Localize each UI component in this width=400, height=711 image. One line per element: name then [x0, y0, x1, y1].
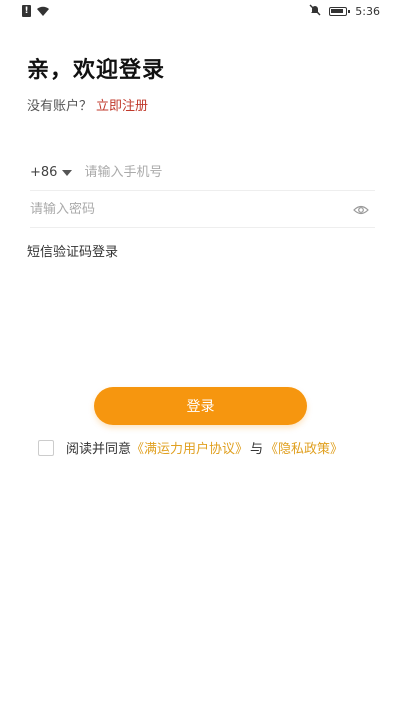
agreement-prefix: 阅读并同意 [66, 442, 132, 457]
sim-alert-icon: ! [22, 5, 31, 17]
agreement-row: 阅读并同意 《满运力用户协议》 与 《隐私政策》 [38, 438, 343, 457]
phone-row: +86 [30, 155, 375, 191]
register-line: 没有账户？ 立即注册 [27, 95, 148, 114]
status-bar: ! 5:36 [0, 0, 400, 24]
battery-icon [329, 7, 351, 16]
status-right: 5:36 [309, 4, 380, 19]
password-row [30, 192, 375, 228]
register-link[interactable]: 立即注册 [96, 99, 148, 114]
password-input[interactable] [30, 202, 330, 217]
privacy-policy-link[interactable]: 《隐私政策》 [265, 438, 343, 457]
sms-login-link[interactable]: 短信验证码登录 [27, 241, 118, 260]
welcome-title: 亲，欢迎登录 [27, 58, 166, 83]
login-button[interactable]: 登录 [94, 387, 307, 425]
phone-input[interactable] [84, 165, 345, 180]
agreement-and: 与 [250, 442, 264, 457]
no-account-text: 没有账户？ [27, 99, 93, 114]
country-code-selector[interactable]: +86 [30, 165, 57, 180]
user-agreement-link[interactable]: 《满运力用户协议》 [131, 438, 248, 457]
agree-checkbox[interactable] [38, 439, 54, 456]
status-time: 5:36 [355, 5, 380, 18]
eye-icon[interactable] [353, 202, 369, 218]
status-left: ! [22, 5, 50, 17]
wifi-icon [36, 6, 50, 17]
caret-down-icon[interactable] [62, 169, 73, 176]
mute-icon [309, 4, 321, 19]
